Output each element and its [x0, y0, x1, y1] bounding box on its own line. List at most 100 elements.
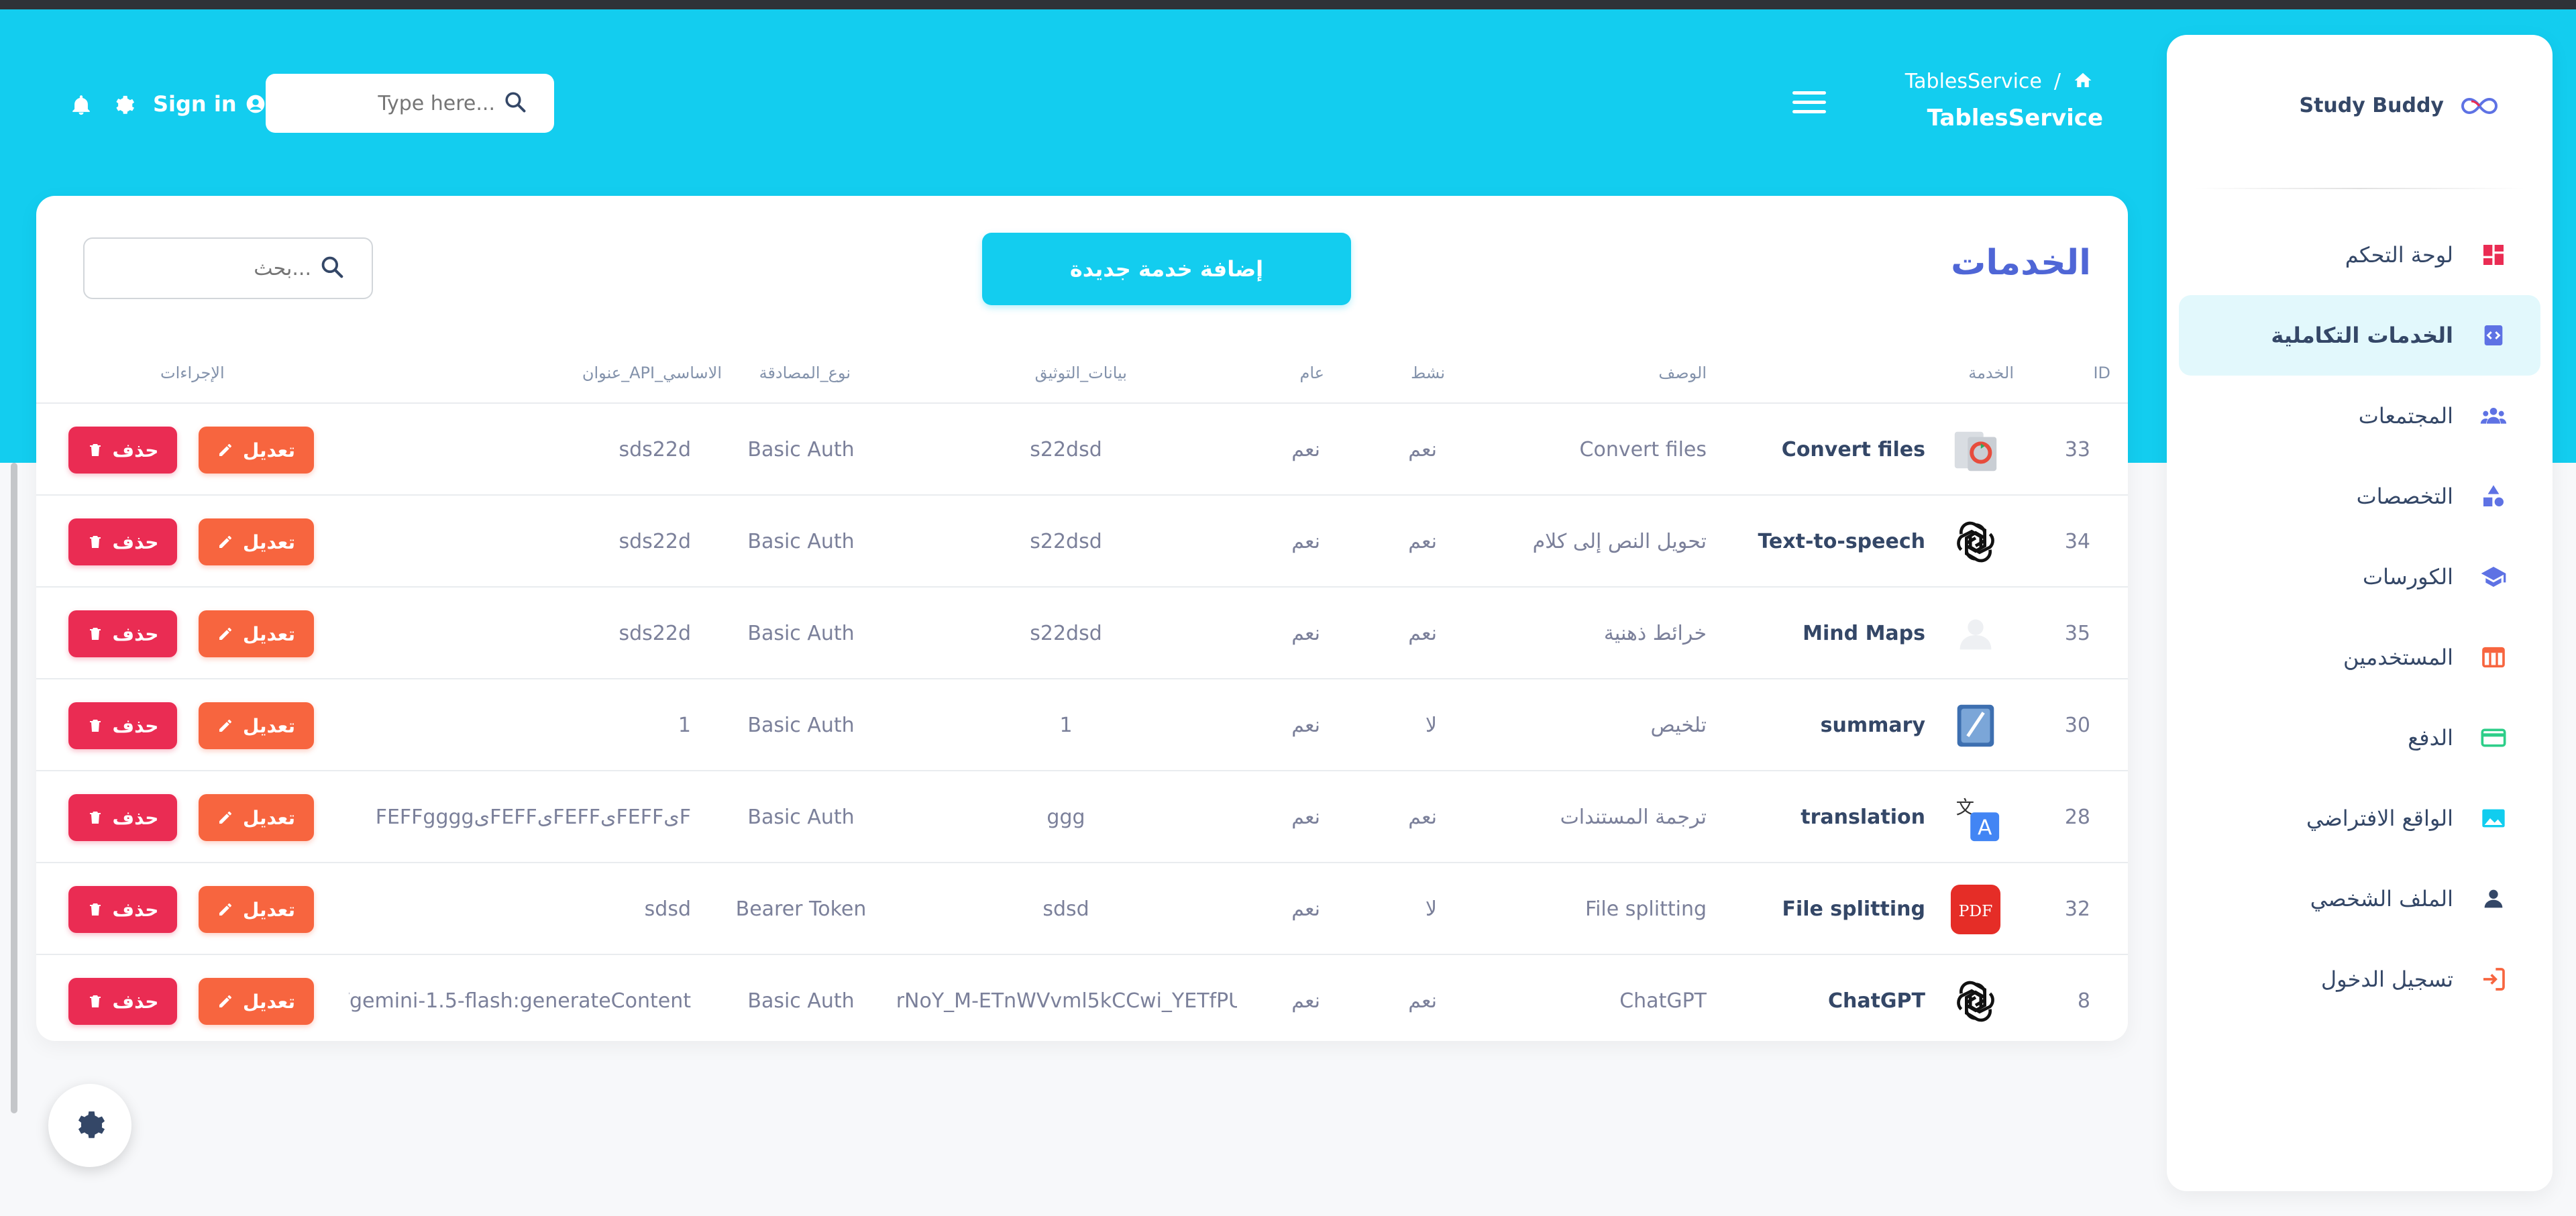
sidebar-item-virtual-reality[interactable]: الواقع الافتراضي: [2179, 778, 2540, 859]
shapes-icon: [2480, 483, 2507, 510]
cell-base-url: 1: [678, 714, 691, 737]
sidebar-item-integration-services[interactable]: الخدمات التكاملية: [2179, 295, 2540, 376]
cell-auth-type: Basic Auth: [747, 714, 855, 737]
configurator-button[interactable]: [48, 1084, 131, 1167]
sidebar-item-payment[interactable]: الدفع: [2179, 698, 2540, 778]
edit-button[interactable]: تعديل: [199, 886, 314, 933]
account-circle-icon: [246, 95, 264, 113]
table-row: 30 summary تلخيص لا نعم 1 Basic Auth 1 تعديل حذف: [36, 679, 2128, 771]
search-icon: [319, 254, 345, 282]
sidebar-item-courses[interactable]: الكورسات: [2179, 537, 2540, 617]
column-header-id: ID: [2093, 364, 2110, 382]
hamburger-menu-icon[interactable]: [1792, 91, 1826, 118]
delete-label: حذف: [112, 531, 159, 553]
delete-label: حذف: [112, 990, 159, 1013]
header-search-input[interactable]: [327, 91, 495, 115]
services-search-input[interactable]: [144, 256, 311, 280]
home-icon[interactable]: [2073, 70, 2093, 93]
sidebar-item-label: لوحة التحكم: [2345, 242, 2453, 268]
left-scrollbar[interactable]: [11, 463, 17, 1113]
page-title: TablesService: [1927, 105, 2103, 131]
edit-label: تعديل: [243, 990, 295, 1013]
table-row: 28 文 A translation ترجمة المستندات نعم نعم ggg B…: [36, 771, 2128, 863]
edit-button[interactable]: تعديل: [199, 978, 314, 1025]
card-title: الخدمات: [1951, 243, 2091, 283]
trash-icon: [89, 995, 101, 1007]
cell-service-name: Text-to-speech: [1758, 530, 1925, 553]
svg-text:A: A: [1978, 816, 1992, 840]
delete-button[interactable]: حذف: [68, 794, 177, 841]
edit-button[interactable]: تعديل: [199, 610, 314, 657]
delete-button[interactable]: حذف: [68, 518, 177, 565]
openai-icon: [1949, 516, 2002, 568]
settings-gear-icon[interactable]: [113, 94, 136, 117]
cell-active: نعم: [1408, 622, 1437, 645]
edit-button[interactable]: تعديل: [199, 794, 314, 841]
edit-button[interactable]: تعديل: [199, 518, 314, 565]
cell-id: 34: [2064, 530, 2090, 553]
sidebar-item-label: الملف الشخصي: [2310, 886, 2453, 911]
cell-auth-type: Basic Auth: [747, 438, 855, 461]
cell-auth-type: Basic Auth: [747, 530, 855, 553]
delete-button[interactable]: حذف: [68, 978, 177, 1025]
bell-icon[interactable]: [70, 94, 93, 117]
sidebar-item-label: تسجيل الدخول: [2320, 966, 2453, 992]
trash-icon: [89, 628, 101, 640]
sidebar-item-profile[interactable]: الملف الشخصي: [2179, 859, 2540, 939]
brand[interactable]: Study Buddy: [2299, 94, 2500, 117]
breadcrumb-parent[interactable]: TablesService: [1905, 70, 2042, 93]
cell-description: File splitting: [1585, 897, 1707, 921]
sidebar-item-label: المجتمعات: [2358, 403, 2453, 429]
trash-icon: [89, 812, 101, 824]
trash-icon: [89, 903, 101, 916]
cell-public: نعم: [1291, 530, 1320, 553]
header-search: [266, 74, 554, 133]
search-icon: [503, 90, 527, 117]
column-header-description: الوصف: [1658, 364, 1707, 382]
cell-id: 33: [2064, 438, 2090, 461]
column-header-public: عام: [1299, 364, 1325, 382]
edit-button[interactable]: تعديل: [199, 702, 314, 749]
delete-label: حذف: [112, 898, 159, 921]
table-row: 34 Text-to-speech تحويل النص إلى كلام نعم نع…: [36, 496, 2128, 588]
sidebar-divider: [2194, 188, 2526, 189]
edit-label: تعديل: [243, 806, 295, 829]
edit-button[interactable]: تعديل: [199, 427, 314, 474]
edit-label: تعديل: [243, 622, 295, 645]
delete-button[interactable]: حذف: [68, 610, 177, 657]
column-header-credentials: بيانات_التوثيق: [1034, 364, 1127, 382]
delete-label: حذف: [112, 714, 159, 737]
cell-description: ChatGPT: [1619, 989, 1707, 1013]
sidebar-item-specializations[interactable]: التخصصات: [2179, 456, 2540, 537]
breadcrumb-separator: /: [2053, 70, 2061, 93]
delete-button[interactable]: حذف: [68, 886, 177, 933]
cell-credentials: ggg: [1046, 806, 1085, 829]
cell-description: تلخيص: [1650, 714, 1707, 737]
login-icon: [2480, 966, 2507, 993]
infinity-logo-icon: [2461, 97, 2498, 114]
cell-description: ترجمة المستندات: [1560, 806, 1707, 829]
delete-button[interactable]: حذف: [68, 427, 177, 474]
pencil-icon: [219, 444, 231, 456]
cell-id: 35: [2064, 622, 2090, 645]
sidebar-item-dashboard[interactable]: لوحة التحكم: [2179, 215, 2540, 295]
pencil-icon: [219, 536, 231, 548]
settings-gear-icon: [78, 1111, 105, 1138]
cell-id: 8: [2077, 989, 2090, 1013]
add-service-button[interactable]: إضافة خدمة جديدة: [982, 233, 1351, 305]
cell-credentials: 1: [1059, 714, 1073, 737]
trash-icon: [89, 720, 101, 732]
delete-button[interactable]: حذف: [68, 702, 177, 749]
table-icon: [2480, 644, 2507, 671]
sidebar-item-users[interactable]: المستخدمين: [2179, 617, 2540, 698]
sidebar-item-login[interactable]: تسجيل الدخول: [2179, 939, 2540, 1019]
edit-label: تعديل: [243, 898, 295, 921]
cell-service-name: File splitting: [1782, 897, 1925, 921]
brand-name: Study Buddy: [2299, 94, 2444, 117]
sidebar-item-label: الخدمات التكاملية: [2271, 323, 2453, 348]
browser-top-strip: [0, 0, 2576, 9]
sign-in-button[interactable]: Sign in: [153, 91, 266, 117]
trash-icon: [89, 536, 101, 548]
sidebar-item-communities[interactable]: المجتمعات: [2179, 376, 2540, 456]
pencil-icon: [219, 720, 231, 732]
